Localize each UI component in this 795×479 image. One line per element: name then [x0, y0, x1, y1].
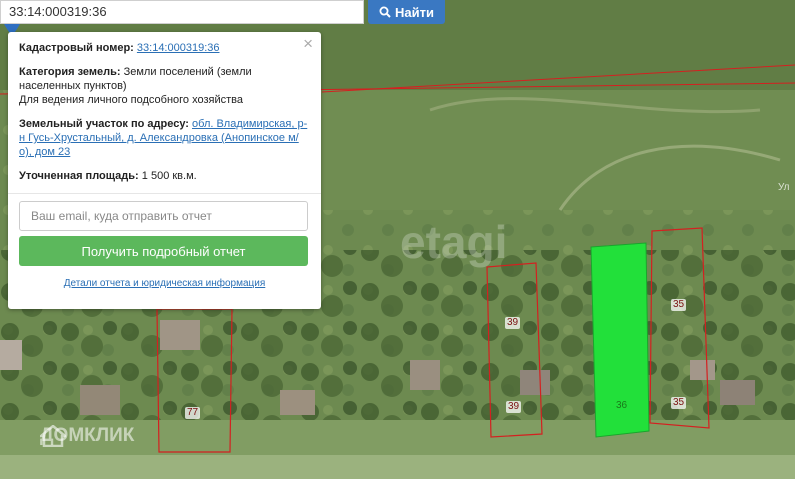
plot-number-label[interactable]: 35: [671, 397, 687, 409]
land-category-row: Категория земель: Земли поселений (земли…: [19, 65, 310, 107]
cadastral-number-row: Кадастровый номер: 33:14:000319:36: [19, 41, 310, 55]
area-value: 1 500 кв.м.: [141, 170, 197, 182]
address-row: Земельный участок по адресу: обл. Владим…: [19, 117, 310, 159]
house-icon: [40, 425, 66, 447]
plot-number-label[interactable]: 36: [614, 400, 629, 412]
close-icon[interactable]: ×: [303, 35, 313, 52]
address-label: Земельный участок по адресу:: [19, 118, 189, 130]
plot-number-label[interactable]: 77: [185, 407, 201, 419]
watermark-brand: ДОМКЛИК: [40, 425, 134, 447]
area-label: Уточненная площадь:: [19, 170, 139, 182]
street-label: Ул: [778, 182, 790, 193]
plot-number-label[interactable]: 39: [505, 317, 521, 329]
email-field[interactable]: Ваш email, куда отправить отчет: [19, 201, 308, 231]
plot-info-popup: × Кадастровый номер: 33:14:000319:36 Кат…: [8, 32, 321, 309]
report-details-row: Детали отчета и юридическая информация: [19, 278, 310, 289]
watermark-site: etagi: [400, 216, 508, 268]
cadastral-search-input[interactable]: 33:14:000319:36: [0, 0, 364, 24]
search-button-label: Найти: [395, 4, 434, 20]
cadastral-label: Кадастровый номер:: [19, 42, 134, 54]
search-button[interactable]: Найти: [368, 0, 445, 24]
land-usage: Для ведения личного подсобного хозяйства: [19, 94, 243, 106]
category-label: Категория земель:: [19, 66, 121, 78]
area-row: Уточненная площадь: 1 500 кв.м.: [19, 169, 310, 183]
divider: [8, 193, 321, 194]
plot-number-label[interactable]: 39: [506, 401, 522, 413]
plot-number-label[interactable]: 35: [671, 299, 687, 311]
report-details-link[interactable]: Детали отчета и юридическая информация: [64, 278, 266, 289]
get-report-button[interactable]: Получить подробный отчет: [19, 236, 308, 266]
search-icon: [379, 6, 391, 18]
cadastral-number-link[interactable]: 33:14:000319:36: [137, 42, 220, 54]
